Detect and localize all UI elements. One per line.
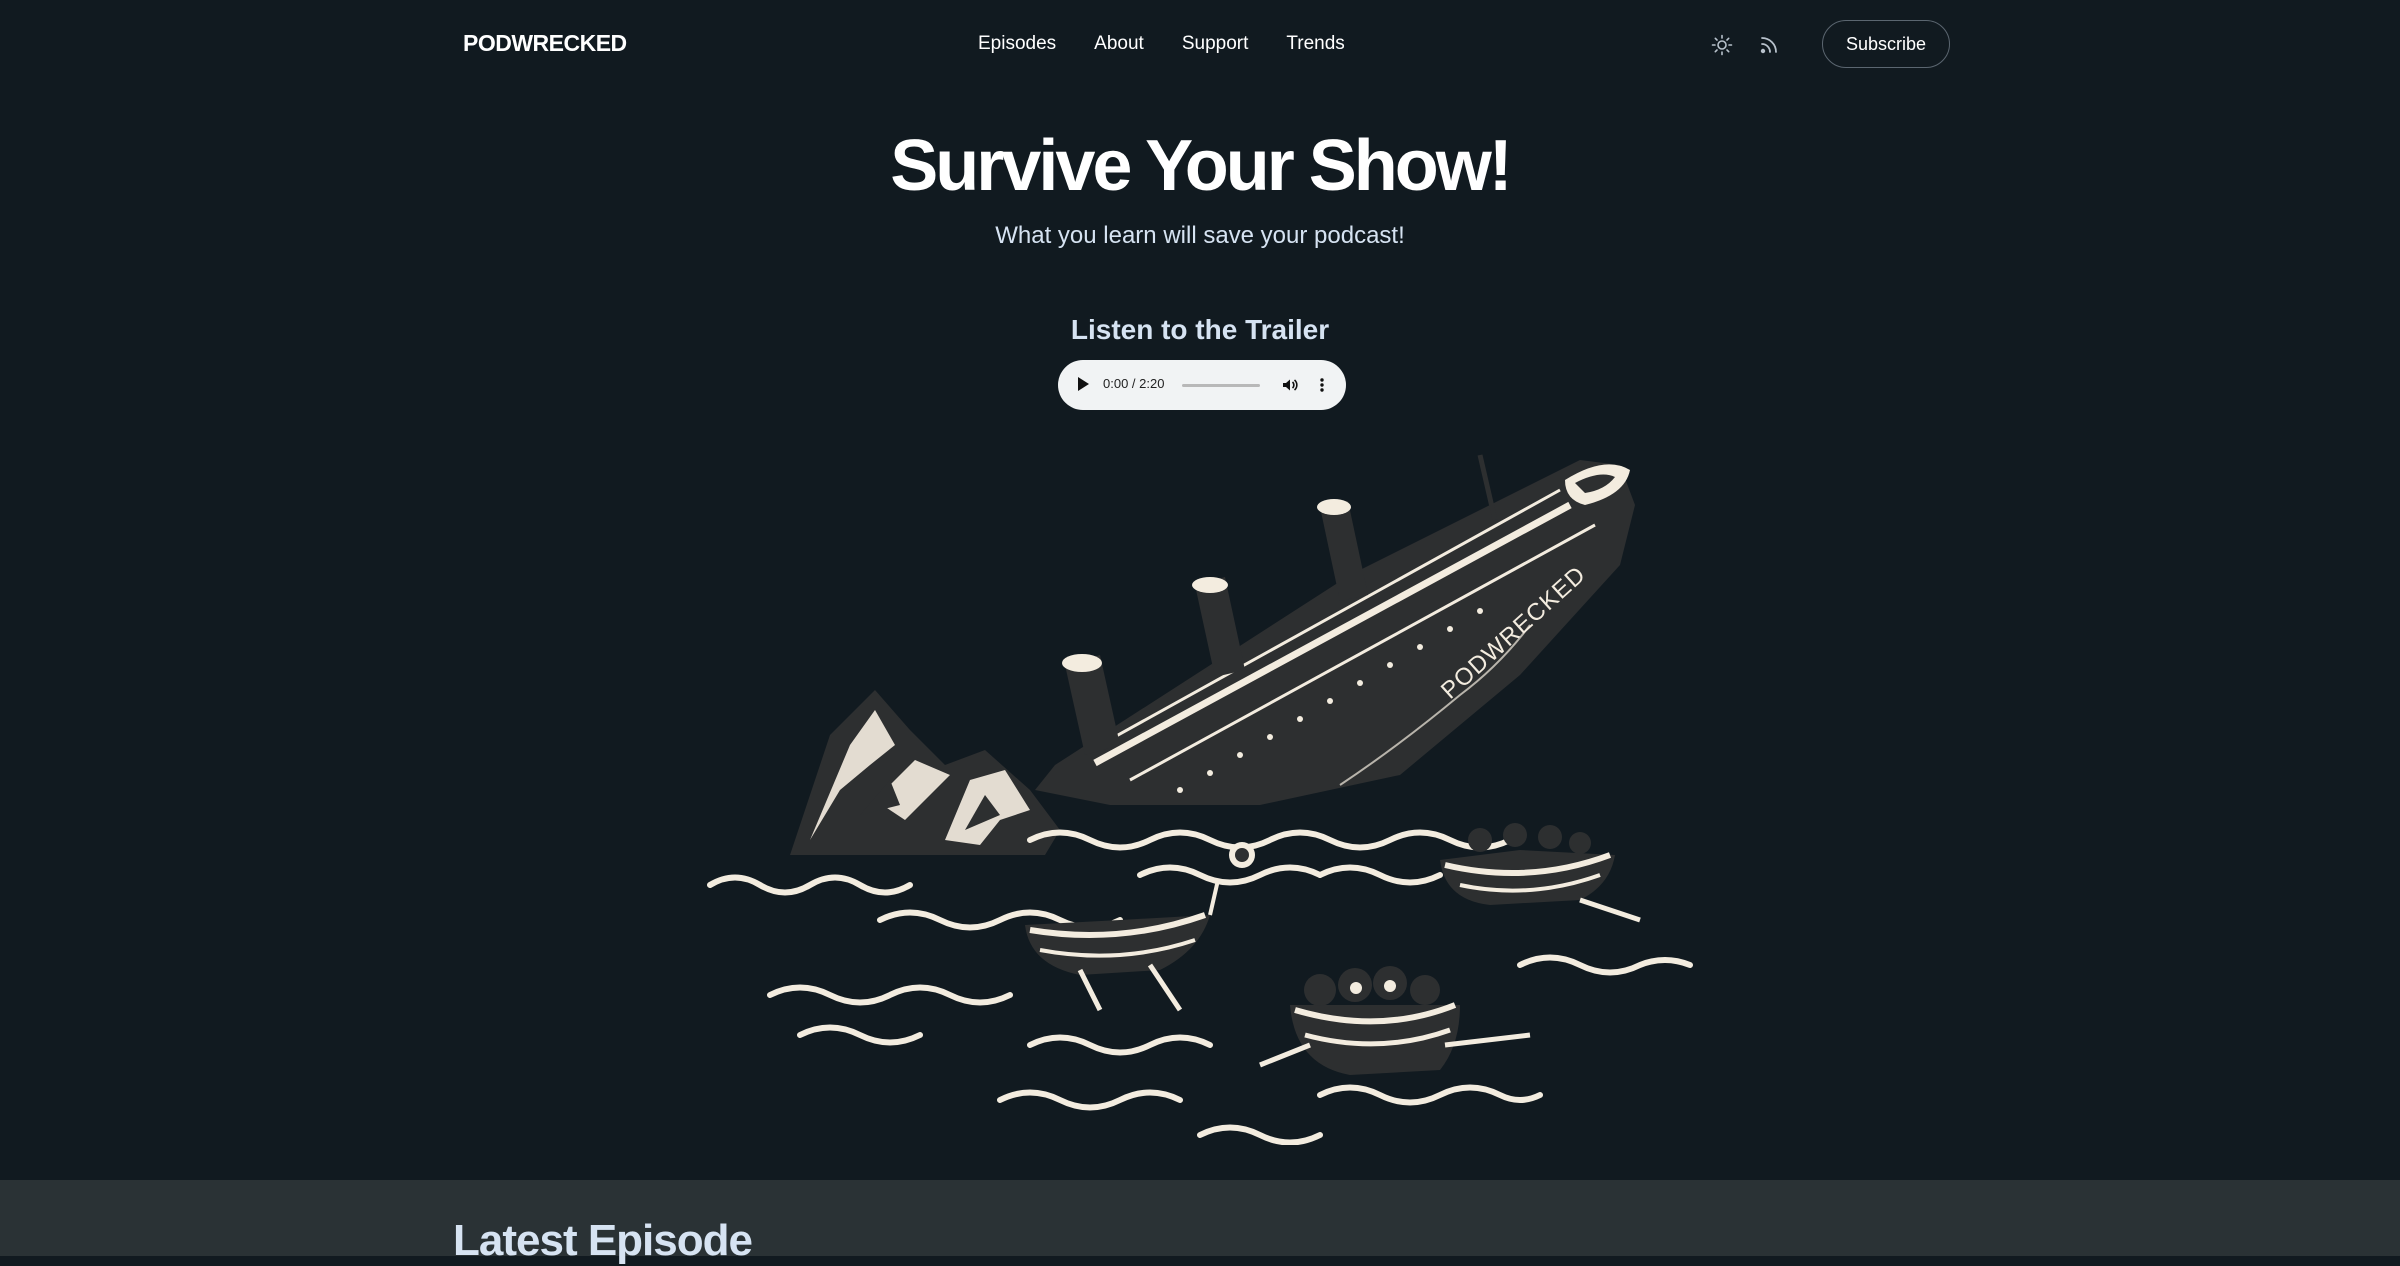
site-logo[interactable]: PODWRECKED (463, 30, 627, 57)
rss-icon[interactable] (1757, 33, 1781, 57)
more-options-icon[interactable] (1318, 375, 1326, 400)
hero-subtitle: What you learn will save your podcast! (995, 222, 1405, 249)
sun-icon[interactable] (1710, 33, 1734, 57)
volume-icon[interactable] (1280, 375, 1300, 400)
site-header: PODWRECKED Episodes About Support Trends… (0, 0, 2400, 92)
hero-title: Survive Your Show! (890, 126, 1513, 206)
trailer-audio-player[interactable]: 0:00 / 2:20 (1058, 360, 1346, 410)
ship-shape: PODWRECKED (1035, 454, 1635, 805)
trailer-heading: Listen to the Trailer (1070, 314, 1330, 345)
audio-progress-track[interactable] (1182, 384, 1260, 387)
nav-item-support[interactable]: Support (1182, 33, 1249, 55)
latest-episode-section: Latest Episode (0, 1180, 2400, 1265)
nav-item-trends[interactable]: Trends (1286, 33, 1344, 55)
nav-item-about[interactable]: About (1094, 33, 1144, 55)
play-icon[interactable] (1078, 377, 1089, 391)
nav-item-episodes[interactable]: Episodes (978, 33, 1056, 55)
main-nav: Episodes About Support Trends (978, 33, 1383, 55)
iceberg-shape (790, 690, 1060, 855)
sinking-ship-illustration: PODWRECKED (700, 445, 1710, 1146)
latest-episode-heading: Latest Episode (453, 1216, 753, 1265)
lifeboats-shape (1025, 823, 1641, 1075)
audio-time: 0:00 / 2:20 (1103, 376, 1165, 391)
subscribe-button[interactable]: Subscribe (1822, 20, 1950, 68)
